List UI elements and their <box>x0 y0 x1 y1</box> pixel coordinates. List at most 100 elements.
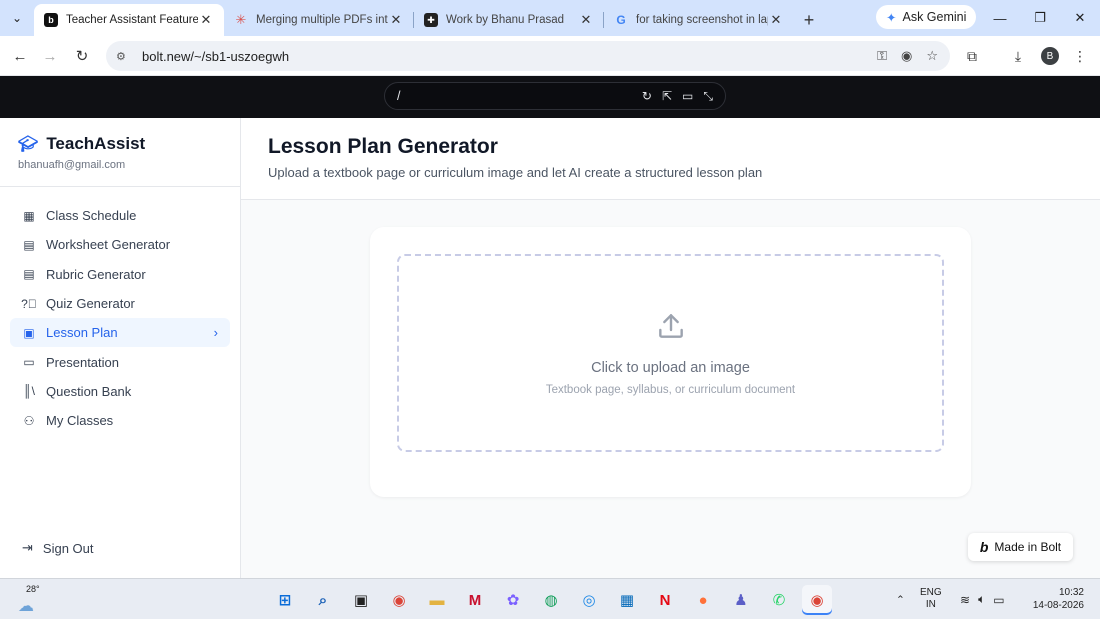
star-icon[interactable]: ☆ <box>926 48 938 64</box>
profile-button[interactable]: B <box>1038 44 1062 68</box>
image-upload-dropzone[interactable]: Click to upload an image Textbook page, … <box>397 254 944 452</box>
eye-off-icon[interactable]: ◉ <box>901 48 912 64</box>
close-window-button[interactable]: ✕ <box>1060 0 1100 36</box>
browser-tab[interactable]: ✳ Merging multiple PDFs into ✕ <box>224 4 414 36</box>
reload-button[interactable]: ↻ <box>70 44 94 68</box>
minimize-button[interactable]: — <box>980 0 1020 36</box>
windows-start-icon[interactable]: ⊞ <box>270 585 300 615</box>
browser-tab-strip: ⌄ b Teacher Assistant Feature Su ✕ ✳ Mer… <box>0 0 1100 36</box>
sidebar-item-my-classes[interactable]: ⚇ My Classes <box>10 406 230 435</box>
browser-tab-active[interactable]: b Teacher Assistant Feature Su ✕ <box>34 4 224 36</box>
external-link-icon[interactable]: ⇱ <box>662 89 672 104</box>
sidebar-item-class-schedule[interactable]: ▦ Class Schedule <box>10 201 230 230</box>
sign-out-label: Sign Out <box>42 540 94 556</box>
bolt-icon: b <box>44 13 58 27</box>
preview-path-input[interactable]: / ↻ ⇱ ▭ ⤡ <box>384 82 726 110</box>
system-clock[interactable]: 10:32 14-08-2026 <box>1024 586 1084 612</box>
system-tray[interactable]: ≋ 🔈︎ ▭ <box>960 579 1005 619</box>
new-tab-button[interactable]: + <box>794 4 824 36</box>
edge-beta-icon[interactable]: ◎ <box>574 585 604 615</box>
copilot-icon[interactable]: ✿ <box>498 585 528 615</box>
weather-temp: 28° <box>26 584 40 594</box>
calendar-icon: ▦ <box>23 208 35 223</box>
back-button[interactable]: ← <box>8 44 32 68</box>
gemini-sparkle-icon: ✦ <box>886 10 897 25</box>
sidebar-item-label: Presentation <box>46 354 119 370</box>
sidebar-item-quiz-generator[interactable]: ?⃝ Quiz Generator <box>10 289 230 318</box>
taskbar-apps: ⊞ ⌕ ▣ ◉ ▬ M ✿ ◍ ◎ ▦ N ● ♟ ✆ ◉ <box>270 585 832 615</box>
user-email: bhanuafh@gmail.com <box>18 159 126 171</box>
close-icon[interactable]: ✕ <box>198 12 214 28</box>
asterisk-icon: ✳ <box>235 12 247 27</box>
netflix-icon[interactable]: N <box>650 585 680 615</box>
bolt-preview-bar: / ↻ ⇱ ▭ ⤡ <box>0 76 1100 118</box>
minimize-icon[interactable]: ⤡ <box>703 89 713 104</box>
sidebar-item-worksheet-generator[interactable]: ▤ Worksheet Generator <box>10 230 230 259</box>
windows-taskbar: 28° ☁ ⊞ ⌕ ▣ ◉ ▬ M ✿ ◍ ◎ ▦ N ● ♟ ✆ ◉ ⌃ EN… <box>0 578 1100 619</box>
upload-main-text: Click to upload an image <box>591 360 750 376</box>
tray-overflow-icon[interactable]: ⌃ <box>896 579 905 619</box>
upload-sub-text: Textbook page, syllabus, or curriculum d… <box>545 384 796 396</box>
sidebar-divider <box>0 186 240 187</box>
more-menu-icon[interactable]: ⋮ <box>1068 44 1092 68</box>
search-icon[interactable]: ⌕ <box>308 585 338 615</box>
sidebar-item-label: Question Bank <box>46 383 132 399</box>
restore-button[interactable]: ❐ <box>1020 0 1060 36</box>
lang-code: ENG <box>920 587 942 598</box>
site-settings-icon[interactable]: ⚙ <box>116 50 132 63</box>
sign-out-button[interactable]: ⇥ Sign Out <box>22 540 94 556</box>
clipboard-check-icon: ▤ <box>23 267 35 282</box>
bolt-logo-icon: b <box>979 539 989 555</box>
sidebar-item-presentation[interactable]: ▭ Presentation <box>10 347 230 376</box>
weather-widget[interactable]: 28° ☁ <box>18 584 44 615</box>
firefox-icon[interactable]: ● <box>688 585 718 615</box>
refresh-icon[interactable]: ↻ <box>642 89 652 104</box>
key-icon[interactable]: ⚿ <box>877 48 887 64</box>
tab-search-button[interactable]: ⌄ <box>0 0 34 36</box>
extensions-icon[interactable]: ⧉ <box>960 44 984 68</box>
sidebar-item-label: Class Schedule <box>46 208 137 224</box>
browser-toolbar: ← → ↻ ⚙ bolt.new/~/sb1-uszoegwh ⚿ ◉ ☆ ⧉ … <box>0 36 1100 76</box>
edge-icon[interactable]: ◍ <box>536 585 566 615</box>
browser-tab[interactable]: ✚ Work by Bhanu Prasad ✕ <box>414 4 604 36</box>
sidebar: 🎓︎ TeachAssist bhanuafh@gmail.com ▦ Clas… <box>0 118 241 578</box>
address-bar[interactable]: ⚙ bolt.new/~/sb1-uszoegwh ⚿ ◉ ☆ <box>106 41 950 71</box>
preview-path: / <box>397 89 401 103</box>
close-icon[interactable]: ✕ <box>768 12 784 28</box>
download-icon[interactable]: ⤓ <box>1006 44 1030 68</box>
graduation-cap-icon: 🎓︎ <box>18 136 39 153</box>
whatsapp-icon[interactable]: ✆ <box>764 585 794 615</box>
upload-card: Click to upload an image Textbook page, … <box>370 227 971 497</box>
library-icon: ║\ <box>23 384 35 399</box>
sidebar-item-label: Quiz Generator <box>46 296 135 312</box>
cloud-icon: ☁ <box>18 598 34 615</box>
sidebar-item-label: My Classes <box>46 413 114 429</box>
brand: 🎓︎ TeachAssist <box>18 134 145 154</box>
teams-icon[interactable]: ♟ <box>726 585 756 615</box>
browser-tab[interactable]: G for taking screenshot in lapt ✕ <box>604 4 794 36</box>
forward-button[interactable]: → <box>38 44 62 68</box>
page-subtitle: Upload a textbook page or curriculum ima… <box>268 165 763 180</box>
input-language[interactable]: ENG IN <box>920 587 942 611</box>
chrome-icon[interactable]: ◉ <box>384 585 414 615</box>
sidebar-item-label: Rubric Generator <box>46 266 146 282</box>
close-icon[interactable]: ✕ <box>578 12 594 28</box>
task-view-icon[interactable]: ▣ <box>346 585 376 615</box>
mcafee-icon[interactable]: M <box>460 585 490 615</box>
sidebar-item-rubric-generator[interactable]: ▤ Rubric Generator <box>10 260 230 289</box>
close-icon[interactable]: ✕ <box>388 12 404 28</box>
clipboard-icon: ▤ <box>23 237 35 252</box>
ask-gemini-label: Ask Gemini <box>902 10 967 24</box>
sidebar-item-question-bank[interactable]: ║\ Question Bank <box>10 377 230 406</box>
chrome-active-icon[interactable]: ◉ <box>802 585 832 615</box>
store-icon[interactable]: ▦ <box>612 585 642 615</box>
ask-gemini-button[interactable]: ✦ Ask Gemini <box>876 5 977 29</box>
devices-icon[interactable]: ▭ <box>682 89 693 104</box>
page-title: Lesson Plan Generator <box>268 135 498 158</box>
made-in-bolt-badge[interactable]: b Made in Bolt <box>968 533 1073 561</box>
users-icon: ⚇ <box>23 413 35 428</box>
sidebar-item-lesson-plan[interactable]: ▣ Lesson Plan › <box>10 318 230 348</box>
upload-icon <box>658 314 683 338</box>
file-explorer-icon[interactable]: ▬ <box>422 585 452 615</box>
file-text-icon: ▣ <box>23 325 35 340</box>
